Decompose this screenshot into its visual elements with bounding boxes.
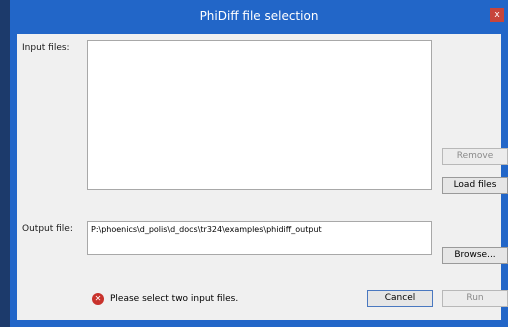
close-icon: x xyxy=(494,10,500,20)
input-files-list[interactable] xyxy=(87,40,432,190)
input-files-label: Input files: xyxy=(22,43,70,53)
output-file-label: Output file: xyxy=(22,224,73,234)
run-button[interactable]: Run xyxy=(442,290,508,307)
cancel-button[interactable]: Cancel xyxy=(367,290,433,307)
title-bar[interactable]: PhiDiff file selection x xyxy=(10,0,508,34)
status-message: ✕ Please select two input files. xyxy=(92,292,238,306)
phidiff-dialog: PhiDiff file selection x Input files: Re… xyxy=(10,0,508,327)
browse-button[interactable]: Browse... xyxy=(442,247,508,264)
load-files-button[interactable]: Load files xyxy=(442,177,508,194)
window-title: PhiDiff file selection xyxy=(199,9,319,23)
status-text: Please select two input files. xyxy=(110,294,239,304)
close-button[interactable]: x xyxy=(490,8,504,22)
remove-button[interactable]: Remove xyxy=(442,148,508,165)
dialog-client-area: Input files: Remove Load files Output fi… xyxy=(17,34,508,320)
error-icon: ✕ xyxy=(92,293,104,305)
output-file-field[interactable]: P:\phoenics\d_polis\d_docs\tr324\example… xyxy=(87,221,432,255)
